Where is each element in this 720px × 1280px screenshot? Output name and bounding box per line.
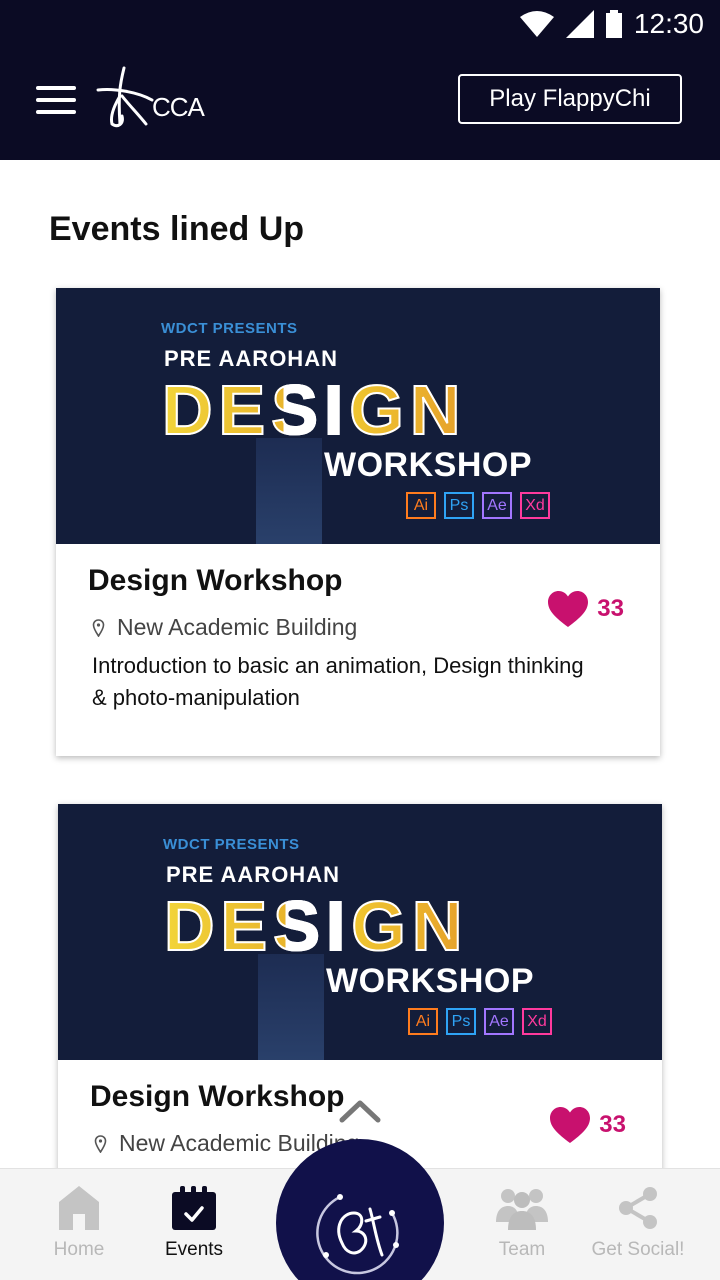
calendar-icon — [172, 1186, 216, 1230]
banner-presents: WDCT PRESENTS — [161, 320, 298, 337]
after-effects-icon: Ae — [484, 1008, 514, 1035]
event-banner: WDCT PRESENTS PRE AAROHAN DESIGN WORKSHO… — [56, 288, 660, 544]
like-count: 33 — [599, 1111, 626, 1138]
event-banner: WDCT PRESENTS PRE AAROHAN DESIGN WORKSHO… — [58, 804, 662, 1060]
nav-item-get-social[interactable]: Get Social! — [578, 1183, 698, 1261]
nav-item-events[interactable]: Events — [134, 1183, 254, 1261]
illustrator-icon: Ai — [408, 1008, 438, 1035]
like-button[interactable]: 33 — [547, 590, 624, 628]
banner-presents: WDCT PRESENTS — [163, 836, 300, 853]
home-icon — [59, 1186, 99, 1230]
battery-icon — [605, 10, 622, 38]
status-bar: 12:30 — [0, 0, 720, 48]
event-title: Design Workshop — [90, 1080, 345, 1113]
photoshop-icon: Ps — [446, 1008, 476, 1035]
page-title: Events lined Up — [49, 210, 305, 248]
event-title: Design Workshop — [88, 564, 343, 597]
event-location-text: New Academic Building — [117, 614, 358, 640]
status-time: 12:30 — [633, 8, 704, 39]
chevron-up-icon[interactable] — [338, 1098, 382, 1124]
nav-label: Home — [53, 1239, 105, 1260]
nav-label: Events — [164, 1239, 224, 1260]
banner-pre-aarohan: PRE AAROHAN — [166, 862, 340, 887]
nav-item-home[interactable]: Home — [19, 1183, 139, 1261]
banner-workshop: WORKSHOP — [324, 446, 532, 484]
event-description: Introduction to basic an animation, Desi… — [92, 653, 584, 710]
share-icon — [619, 1187, 657, 1229]
location-pin-icon — [94, 1134, 107, 1153]
like-count: 33 — [597, 595, 624, 622]
heart-icon — [548, 591, 589, 627]
banner-beam — [258, 954, 324, 1060]
xd-icon: Xd — [522, 1008, 552, 1035]
nav-label: Get Social! — [591, 1239, 685, 1260]
team-icon — [496, 1189, 548, 1230]
banner-beam — [256, 438, 322, 544]
play-flappychi-button[interactable]: Play FlappyChi — [458, 74, 682, 124]
status-icons: 12:30 — [519, 0, 704, 48]
xd-icon: Xd — [520, 492, 550, 519]
banner-workshop: WORKSHOP — [326, 962, 534, 1000]
cca-logo: CCA — [94, 66, 224, 136]
photoshop-icon: Ps — [444, 492, 474, 519]
location-pin-icon — [92, 618, 105, 637]
logo-text: CCA — [152, 92, 205, 122]
heart-icon — [550, 1107, 591, 1143]
banner-app-icons: Ai Ps Ae Xd — [406, 492, 550, 519]
banner-app-icons: Ai Ps Ae Xd — [408, 1008, 552, 1035]
banner-pre-aarohan: PRE AAROHAN — [164, 346, 338, 371]
hamburger-menu-icon[interactable] — [36, 86, 76, 116]
aarohan-logo-icon — [316, 1194, 399, 1275]
cca-logo-mark-icon — [96, 66, 154, 128]
cell-signal-icon — [565, 10, 594, 38]
event-card[interactable]: WDCT PRESENTS PRE AAROHAN DESIGN WORKSHO… — [56, 288, 660, 756]
app-bar: CCA Play FlappyChi — [0, 48, 720, 160]
like-button[interactable]: 33 — [549, 1106, 626, 1144]
banner-design: DESIGN — [163, 886, 469, 966]
nav-item-team[interactable]: Team — [462, 1183, 582, 1261]
event-location: New Academic Building — [92, 614, 357, 641]
illustrator-icon: Ai — [406, 492, 436, 519]
wifi-icon — [519, 11, 554, 37]
nav-label: Team — [498, 1239, 546, 1260]
after-effects-icon: Ae — [482, 492, 512, 519]
banner-design: DESIGN — [161, 370, 467, 450]
